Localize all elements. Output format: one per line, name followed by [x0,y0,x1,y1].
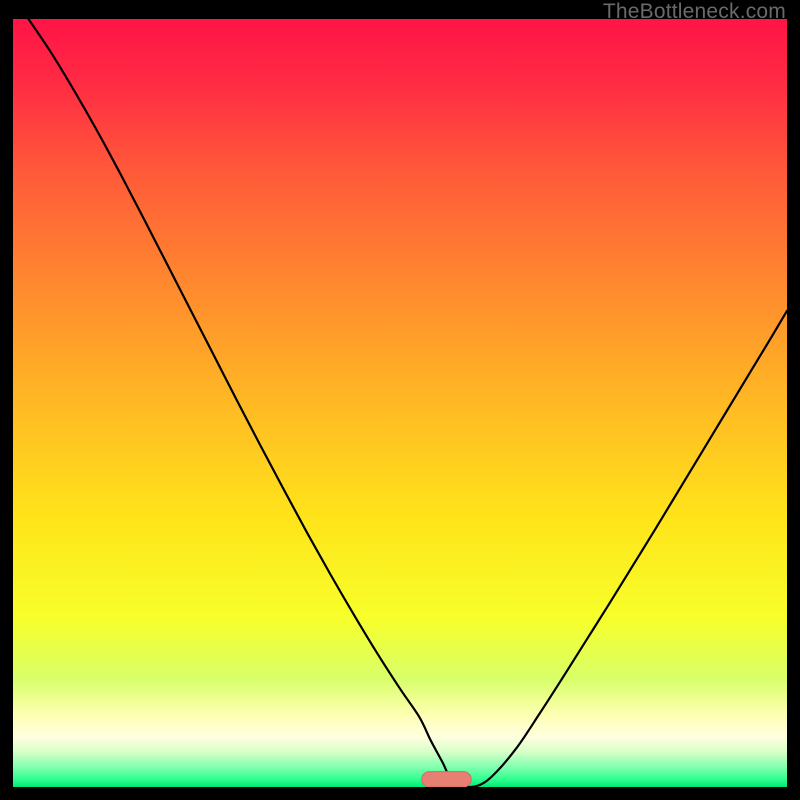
chart-frame [13,19,787,787]
bottleneck-marker [422,772,472,787]
bottleneck-chart [13,19,787,787]
gradient-background [13,19,787,787]
watermark-text: TheBottleneck.com [603,0,786,24]
